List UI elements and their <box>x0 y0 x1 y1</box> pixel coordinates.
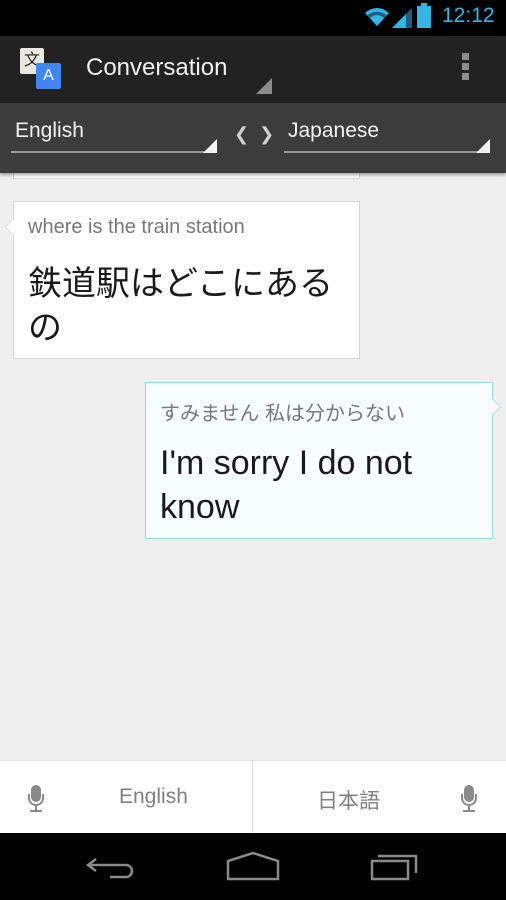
back-icon[interactable] <box>86 851 138 881</box>
message-bubble-right[interactable]: すみません 私は分からない I'm sorry I do not know <box>145 382 501 539</box>
input-bar: English 日本語 <box>0 760 506 834</box>
recent-apps-icon[interactable] <box>370 851 420 881</box>
translated-text: 鉄道駅はどこにあるの <box>28 265 333 347</box>
target-language-spinner[interactable]: Japanese <box>284 119 490 155</box>
source-language-label: English <box>15 119 84 142</box>
previous-message-bubble[interactable] <box>13 173 360 179</box>
conversation-list[interactable]: where is the train station 鉄道駅はどこにあるの すみ… <box>0 173 506 760</box>
microphone-icon <box>28 785 44 813</box>
spinner-arrow-icon[interactable] <box>256 78 272 94</box>
speak-japanese-label: 日本語 <box>317 790 380 813</box>
signal-icon <box>392 8 412 28</box>
message-bubble-left[interactable]: where is the train station 鉄道駅はどこにあるの <box>5 201 360 359</box>
battery-icon <box>417 3 431 28</box>
translate-icon-target-glyph: A <box>36 63 61 89</box>
translated-text: I'm sorry I do not know <box>160 444 413 526</box>
speak-japanese-button[interactable]: 日本語 <box>253 761 506 834</box>
speak-english-label: English <box>119 785 188 808</box>
microphone-icon <box>461 785 477 813</box>
source-text: where is the train station <box>28 216 245 238</box>
swap-languages-button[interactable]: ❮❯ <box>234 124 284 145</box>
bubble-tail <box>492 398 501 416</box>
wifi-icon <box>365 8 389 26</box>
source-spinner-underline <box>11 151 217 153</box>
source-language-spinner[interactable]: English <box>11 119 217 155</box>
speak-english-button[interactable]: English <box>0 761 253 834</box>
target-spinner-underline <box>284 151 490 153</box>
mode-spinner-title[interactable]: Conversation <box>86 54 227 82</box>
home-icon[interactable] <box>226 851 280 881</box>
clock: 12:12 <box>442 4 495 27</box>
spinner-corner-icon <box>203 139 217 153</box>
target-language-label: Japanese <box>288 119 380 142</box>
bubble-tail <box>5 218 14 236</box>
status-bar: 12:12 <box>0 0 506 36</box>
overflow-menu-icon[interactable] <box>459 53 471 83</box>
source-text: すみません 私は分からない <box>160 403 405 425</box>
spinner-corner-icon <box>476 139 490 153</box>
translate-icon[interactable]: 文 A <box>18 48 64 92</box>
action-bar <box>0 36 506 103</box>
navigation-bar <box>0 833 506 900</box>
